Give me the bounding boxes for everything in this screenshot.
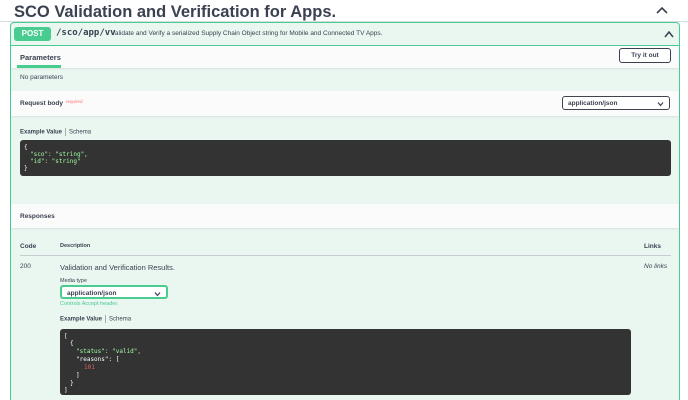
code-line: }: [70, 380, 74, 387]
tab-parameters[interactable]: Parameters: [20, 53, 61, 62]
tag-header[interactable]: SCO Validation and Verification for Apps…: [0, 0, 688, 22]
tab-divider: [65, 128, 67, 136]
chevron-down-icon: [154, 292, 161, 297]
code-line: 101: [84, 364, 95, 371]
chevron-up-icon[interactable]: [663, 29, 675, 39]
no-parameters-text: No parameters: [20, 74, 63, 81]
request-body-label: Request body: [20, 100, 63, 107]
tag-title: SCO Validation and Verification for Apps…: [14, 3, 337, 21]
request-content-type-select[interactable]: application/json: [562, 96, 670, 110]
code-line: "sco": "string",: [30, 151, 88, 158]
request-example-code: { "sco": "string", "id": "string" }: [20, 140, 671, 176]
chevron-down-icon: [657, 102, 664, 107]
response-description: Validation and Verification Results.: [60, 263, 175, 272]
chevron-up-icon[interactable]: [655, 4, 669, 16]
code-line: {: [70, 340, 74, 347]
request-example-tabs: Example Value Schema: [20, 128, 91, 136]
col-header-description: Description: [60, 243, 91, 249]
required-marker: required: [66, 99, 83, 104]
operation-summary[interactable]: POST /sco/app/vv Validate and Verify a s…: [11, 23, 679, 46]
code-line: {: [24, 144, 28, 151]
code-line: ]: [64, 387, 68, 394]
code-line: }: [24, 165, 28, 172]
code-line: ]: [76, 372, 80, 379]
code-line: "id": "string": [30, 158, 81, 165]
responses-title: Responses: [20, 213, 55, 220]
tab-underline: [17, 65, 61, 68]
media-type-select[interactable]: application/json: [60, 285, 168, 299]
operation-block: POST /sco/app/vv Validate and Verify a s…: [10, 22, 680, 400]
select-value: application/json: [568, 100, 618, 107]
response-links: No links: [644, 263, 668, 270]
request-body-header: Request body required application/json: [11, 91, 679, 116]
table-divider: [20, 255, 671, 256]
code-line: [: [64, 333, 68, 340]
example-value-tab[interactable]: Example Value: [60, 317, 102, 323]
response-example-tabs: Example Value Schema: [60, 315, 131, 323]
code-line: "reasons": [: [76, 356, 120, 363]
responses-header: Responses: [11, 204, 679, 228]
controls-accept-text: Controls Accept header.: [60, 301, 119, 307]
response-code: 200: [20, 263, 31, 270]
select-value: application/json: [67, 290, 117, 297]
schema-tab[interactable]: Schema: [69, 130, 91, 136]
media-type-label: Media type: [60, 278, 87, 284]
operation-description: Validate and Verify a serialized Supply …: [111, 30, 383, 37]
example-value-tab[interactable]: Example Value: [20, 130, 62, 136]
col-header-code: Code: [20, 243, 37, 250]
response-example-code: [ { "status": "valid", "reasons": [ 101 …: [60, 329, 631, 395]
code-line: "status": "valid",: [76, 348, 142, 355]
parameters-section-header: Parameters Try it out: [11, 46, 679, 68]
schema-tab[interactable]: Schema: [109, 317, 131, 323]
operation-path: /sco/app/vv: [56, 28, 116, 38]
method-badge: POST: [14, 27, 51, 41]
tab-divider: [105, 315, 107, 323]
try-it-out-button[interactable]: Try it out: [619, 48, 671, 63]
col-header-links: Links: [644, 243, 661, 250]
